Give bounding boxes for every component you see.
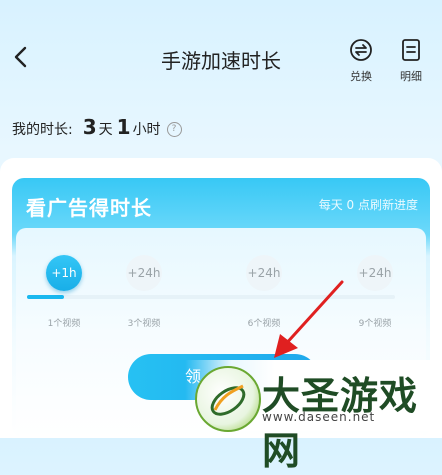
- milestone-4-badge: +24h: [357, 255, 393, 291]
- milestone-2-caption: 3个视频: [127, 319, 161, 329]
- milestone-2-badge: +24h: [126, 255, 162, 291]
- detail-label: 明细: [400, 70, 422, 83]
- milestone-1-caption: 1个视频: [47, 319, 81, 329]
- duration-hour-unit: 小时: [132, 122, 161, 138]
- exchange-button[interactable]: 兑换: [340, 38, 382, 84]
- watermark-logo-icon: [195, 366, 261, 432]
- detail-button[interactable]: 明细: [390, 38, 432, 84]
- list-detail-icon: [402, 39, 420, 61]
- card-subtitle: 每天 0 点刷新进度: [318, 198, 418, 212]
- watermark-url: www.daseen.net: [262, 410, 376, 424]
- duration-days: 3: [82, 115, 97, 139]
- duration-label: 我的时长:: [12, 122, 73, 138]
- exchange-label: 兑换: [350, 70, 372, 83]
- duration-day-unit: 天: [98, 122, 113, 138]
- pointer-arrow-icon: [274, 280, 344, 358]
- milestone-1-badge: +1h: [46, 255, 82, 291]
- duration-hours: 1: [116, 115, 131, 139]
- my-duration: 我的时长: 3 天 1 小时 ?: [12, 115, 182, 143]
- milestone-4-caption: 9个视频: [358, 319, 392, 329]
- info-icon[interactable]: ?: [166, 121, 182, 137]
- progress-fill: [27, 295, 64, 299]
- card-title: 看广告得时长: [26, 196, 152, 220]
- exchange-icon: [350, 39, 372, 61]
